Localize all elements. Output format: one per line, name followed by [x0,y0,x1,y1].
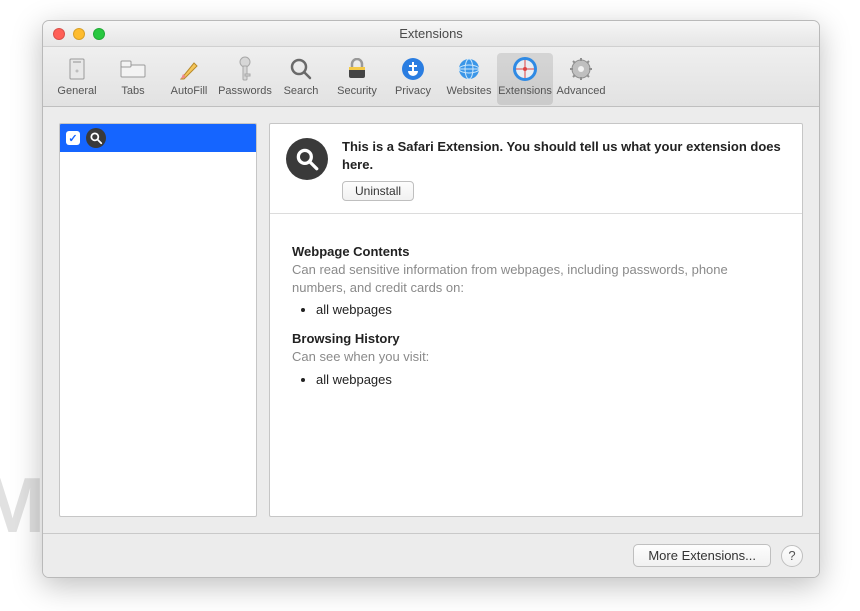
help-button[interactable]: ? [781,545,803,567]
tab-security[interactable]: Security [329,53,385,105]
tab-label: Security [337,85,377,97]
tab-search[interactable]: Search [273,53,329,105]
tab-websites[interactable]: Websites [441,53,497,105]
search-icon [286,55,316,83]
preferences-window: Extensions General Tabs AutoFill Passwor… [42,20,820,578]
extension-icon [286,138,328,180]
extension-header-text: This is a Safari Extension. You should t… [342,138,786,201]
security-icon [342,55,372,83]
preferences-toolbar: General Tabs AutoFill Passwords Search [43,47,819,107]
browsing-history-item: all webpages [316,372,780,387]
browsing-history-title: Browsing History [292,331,780,346]
privacy-icon [398,55,428,83]
tab-extensions[interactable]: Extensions [497,53,553,105]
extensions-icon [510,55,540,83]
extensions-sidebar: ✓ [59,123,257,517]
tab-tabs[interactable]: Tabs [105,53,161,105]
websites-icon [454,55,484,83]
content-area: ✓ This is a Safari Extension. You should… [43,107,819,533]
tab-label: Search [284,85,319,97]
more-extensions-button[interactable]: More Extensions... [633,544,771,567]
advanced-icon [566,55,596,83]
tab-passwords[interactable]: Passwords [217,53,273,105]
tab-advanced[interactable]: Advanced [553,53,609,105]
tabs-icon [118,55,148,83]
tab-label: Tabs [121,85,144,97]
permissions-section: Webpage Contents Can read sensitive info… [270,214,802,411]
tab-autofill[interactable]: AutoFill [161,53,217,105]
tab-privacy[interactable]: Privacy [385,53,441,105]
webpage-contents-item: all webpages [316,302,780,317]
tab-label: Websites [446,85,491,97]
browsing-history-desc: Can see when you visit: [292,348,780,366]
general-icon [62,55,92,83]
tab-general[interactable]: General [49,53,105,105]
titlebar: Extensions [43,21,819,47]
window-title: Extensions [43,26,819,41]
extension-detail-panel: This is a Safari Extension. You should t… [269,123,803,517]
tab-label: Passwords [218,85,272,97]
tab-label: Extensions [498,85,552,97]
passwords-icon [230,55,260,83]
webpage-contents-desc: Can read sensitive information from webp… [292,261,780,296]
uninstall-button[interactable]: Uninstall [342,181,414,201]
window-footer: More Extensions... ? [43,533,819,577]
extension-list-item[interactable]: ✓ [60,124,256,152]
extension-item-icon [86,128,106,148]
extension-header: This is a Safari Extension. You should t… [270,124,802,214]
webpage-contents-title: Webpage Contents [292,244,780,259]
tab-label: AutoFill [171,85,208,97]
extension-description: This is a Safari Extension. You should t… [342,138,786,173]
extension-enabled-checkbox[interactable]: ✓ [66,131,80,145]
tab-label: Privacy [395,85,431,97]
tab-label: General [57,85,96,97]
autofill-icon [174,55,204,83]
tab-label: Advanced [557,85,606,97]
